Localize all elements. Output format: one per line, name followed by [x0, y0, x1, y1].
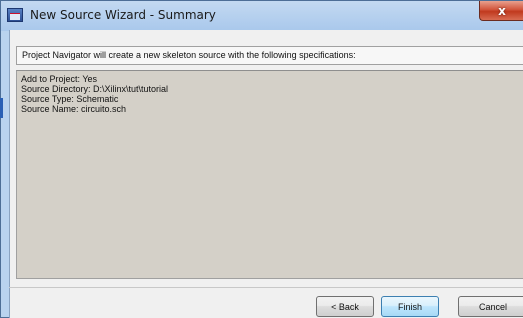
title-bar[interactable]: New Source Wizard - Summary x: [1, 1, 523, 31]
summary-lines: Add to Project: Yes Source Directory: D:…: [21, 74, 168, 114]
close-button[interactable]: x: [479, 1, 523, 21]
app-icon: [7, 8, 23, 22]
button-bar-divider: [9, 287, 523, 288]
summary-line-source-type: Source Type: Schematic: [21, 94, 119, 104]
back-button[interactable]: < Back: [316, 296, 374, 317]
summary-line-add-to-project: Add to Project: Yes: [21, 74, 98, 84]
window-title: New Source Wizard - Summary: [30, 8, 216, 22]
summary-line-source-name: Source Name: circuito.sch: [21, 104, 127, 114]
close-icon: x: [498, 3, 506, 18]
cancel-button[interactable]: Cancel: [458, 296, 523, 317]
left-edge-accent: [0, 98, 3, 118]
finish-button[interactable]: Finish: [381, 296, 439, 317]
summary-line-source-directory: Source Directory: D:\Xilinx\tut\tutorial: [21, 84, 169, 94]
header-text: Project Navigator will create a new skel…: [22, 50, 356, 60]
